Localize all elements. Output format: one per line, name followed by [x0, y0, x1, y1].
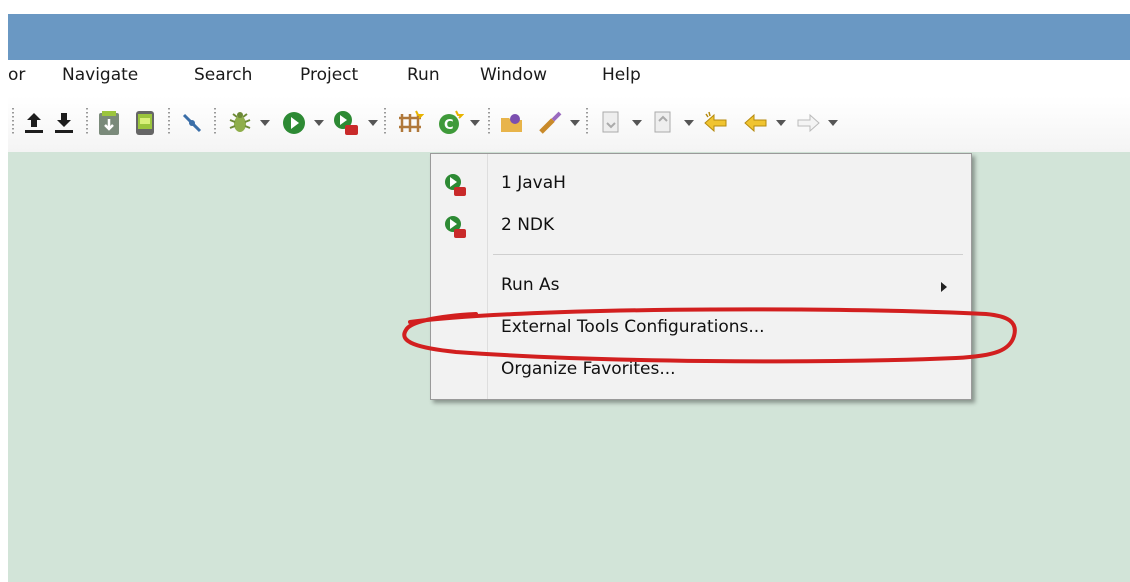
menu-project[interactable]: Project [300, 65, 358, 85]
menu-item-external-tools-configurations[interactable]: External Tools Configurations... [431, 308, 971, 348]
external-tools-dropdown-menu: 1 JavaH 2 NDK Run As External Tools Conf… [430, 153, 972, 400]
avd-manager-icon[interactable] [132, 109, 158, 137]
forward-icon[interactable] [794, 110, 822, 136]
menu-window[interactable]: Window [480, 65, 547, 85]
title-bar [8, 14, 1130, 60]
open-folder-icon[interactable] [498, 109, 526, 137]
menu-bar: or Navigate Search Project Run Window He… [8, 60, 1130, 96]
back-icon[interactable] [742, 110, 770, 136]
pen-icon[interactable] [180, 111, 204, 135]
download-icon[interactable] [52, 111, 76, 135]
sdk-manager-icon[interactable] [96, 109, 122, 137]
prev-annotation-icon[interactable] [650, 109, 676, 137]
new-class-icon[interactable]: C [436, 109, 464, 137]
toolbar-separator [168, 108, 170, 136]
menu-item-ndk[interactable]: 2 NDK [431, 206, 971, 246]
brush-icon[interactable] [536, 109, 564, 137]
next-annotation-dropdown-arrow[interactable] [632, 120, 642, 126]
menu-item-label: 2 NDK [501, 215, 555, 235]
menu-item-javah[interactable]: 1 JavaH [431, 164, 971, 204]
external-tool-icon [445, 174, 466, 196]
menu-help[interactable]: Help [602, 65, 641, 85]
menu-item-label: Run As [501, 275, 560, 295]
brush-dropdown-arrow[interactable] [570, 120, 580, 126]
run-dropdown-arrow[interactable] [314, 120, 324, 126]
menu-run[interactable]: Run [407, 65, 440, 85]
toolbar-separator [12, 108, 14, 136]
toolbar-separator [586, 108, 588, 136]
run-icon[interactable] [280, 109, 308, 137]
menu-editor[interactable]: or [8, 65, 25, 85]
next-annotation-icon[interactable] [598, 109, 624, 137]
prev-annotation-dropdown-arrow[interactable] [684, 120, 694, 126]
menu-search[interactable]: Search [194, 65, 252, 85]
external-tools-dropdown-arrow[interactable] [368, 120, 378, 126]
menu-item-label: 1 JavaH [501, 173, 566, 193]
toolbar: C [8, 96, 1130, 152]
new-package-icon[interactable] [396, 109, 424, 137]
last-edit-icon[interactable] [702, 110, 730, 136]
upload-icon[interactable] [22, 111, 46, 135]
debug-icon[interactable] [226, 109, 254, 137]
forward-dropdown-arrow[interactable] [828, 120, 838, 126]
toolbar-separator [384, 108, 386, 136]
menu-item-organize-favorites[interactable]: Organize Favorites... [431, 350, 971, 390]
window-edge [0, 0, 8, 582]
toolbar-separator [488, 108, 490, 136]
new-class-dropdown-arrow[interactable] [470, 120, 480, 126]
debug-dropdown-arrow[interactable] [260, 120, 270, 126]
toolbar-separator [214, 108, 216, 136]
menu-item-label: Organize Favorites... [501, 359, 676, 379]
back-dropdown-arrow[interactable] [776, 120, 786, 126]
toolbar-separator [86, 108, 88, 136]
menu-item-label: External Tools Configurations... [501, 317, 765, 337]
menu-separator [493, 254, 963, 255]
menu-item-run-as[interactable]: Run As [431, 266, 971, 306]
submenu-arrow-icon [941, 282, 947, 292]
external-tools-icon[interactable] [332, 109, 360, 137]
svg-text:C: C [444, 118, 454, 133]
external-tool-icon [445, 216, 466, 238]
menu-navigate[interactable]: Navigate [62, 65, 138, 85]
